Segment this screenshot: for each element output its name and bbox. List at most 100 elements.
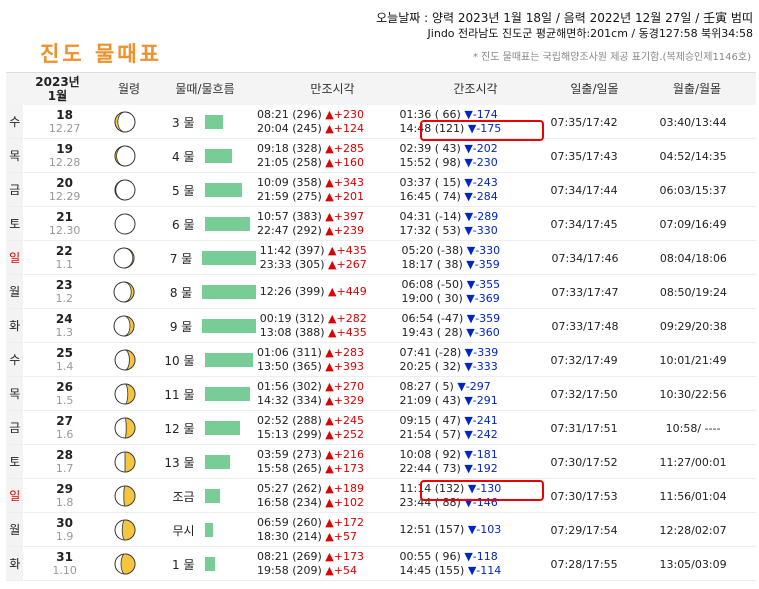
tide-cell: 7 물 xyxy=(144,250,256,267)
low-tide-cell: 06:54 (-47) ▼-359 19:43 ( 28) ▼-360 xyxy=(398,312,540,340)
tide-diff-down: ▼-241 xyxy=(464,414,498,427)
solar-day: 24 xyxy=(55,312,73,326)
tide-diff-down: ▼-359 xyxy=(466,258,500,271)
sunrise-sunset: 07:31/17:51 xyxy=(550,421,618,435)
lunar-date: 1.2 xyxy=(55,292,74,305)
tide-time-level: 07:41 (-28) xyxy=(399,346,465,359)
solar-day: 29 xyxy=(56,482,73,496)
date-cell: 30 1.9 xyxy=(23,517,105,544)
high-tide-entry: 23:33 (305) ▲+267 xyxy=(260,258,398,272)
tide-diff-up: ▲+173 xyxy=(325,550,364,563)
high-tide-entry: 06:59 (260) ▲+172 xyxy=(257,516,396,530)
high-tide-cell: 02:52 (288) ▲+245 15:13 (299) ▲+252 xyxy=(253,414,396,442)
date-cell: 23 1.2 xyxy=(23,279,105,306)
tide-cell: 5 물 xyxy=(145,182,253,199)
tide-diff-up: ▲+282 xyxy=(328,312,367,325)
tide-time-level: 14:32 (334) xyxy=(257,394,326,407)
tide-time-level: 21:09 ( 43) xyxy=(399,394,465,407)
table-row: 수 25 1.4 10 물 01:06 (311) ▲+283 13:50 (365) ▲… xyxy=(6,342,756,378)
table-row: 토 28 1.7 13 물 03:59 (273) ▲+216 15:58 (265) ▲… xyxy=(6,444,756,480)
tide-time-level: 21:05 (258) xyxy=(257,156,326,169)
tide-label: 3 물 xyxy=(172,115,195,130)
tide-time-level: 00:19 (312) xyxy=(259,312,329,325)
tide-time-level: 23:33 (305) xyxy=(259,258,329,271)
sunrise-sunset: 07:32/17:49 xyxy=(550,353,618,367)
col-high-tide: 만조시각 xyxy=(310,82,355,96)
high-tide-cell: 06:59 (260) ▲+172 18:30 (214) ▲+57 xyxy=(253,516,396,544)
tide-table: 2023년 1월 월령 물때/물흐름 만조시각 간조시각 일출/일몰 월출/월몰… xyxy=(6,72,756,582)
high-tide-entry: 13:08 (388) ▲+435 xyxy=(260,326,398,340)
flow-bar xyxy=(204,353,253,367)
date-cell: 20 12.29 xyxy=(23,177,105,204)
tide-time-level: 09:15 ( 47) xyxy=(399,414,465,427)
row-divider xyxy=(6,580,756,581)
low-tide-cell: 08:27 ( 5) ▼-297 21:09 ( 43) ▼-291 xyxy=(396,380,539,408)
moon-phase-icon xyxy=(105,281,144,303)
tide-diff-up: ▲+435 xyxy=(328,244,367,257)
tide-diff-up: ▲+267 xyxy=(328,258,367,271)
tide-time-level: 13:08 (388) xyxy=(259,326,329,339)
tide-time-level: 03:37 ( 15) xyxy=(399,176,465,189)
high-tide-entry: 20:04 (245) ▲+124 xyxy=(257,122,396,136)
flow-bar xyxy=(204,455,230,469)
sunrise-sunset: 07:30/17:53 xyxy=(550,489,618,503)
low-tide-entry: 09:15 ( 47) ▼-241 xyxy=(400,414,539,428)
moon-phase-icon xyxy=(106,451,145,473)
weekday-label: 수 xyxy=(6,342,24,378)
weekday-label: 월 xyxy=(6,274,24,310)
date-cell: 31 1.10 xyxy=(23,551,105,578)
tide-cell: 3 물 xyxy=(145,114,253,131)
tide-diff-up: ▲+160 xyxy=(325,156,364,169)
tide-time-level: 20:04 (245) xyxy=(257,122,326,135)
flow-bar xyxy=(204,149,232,163)
low-tide-cell: 09:15 ( 47) ▼-241 21:54 ( 57) ▼-242 xyxy=(396,414,539,442)
lunar-date: 1.5 xyxy=(55,394,74,407)
high-tide-entry: 15:58 (265) ▲+173 xyxy=(257,462,396,476)
tide-label: 조금 xyxy=(172,489,195,504)
tide-time-level: 20:25 ( 32) xyxy=(399,360,465,373)
weekday-label: 수 xyxy=(6,104,24,140)
flow-bar xyxy=(202,251,256,265)
solar-day: 19 xyxy=(56,142,73,156)
tide-time-level: 16:58 (234) xyxy=(257,496,326,509)
tide-diff-down: ▼-181 xyxy=(464,448,498,461)
high-tide-entry: 10:09 (358) ▲+343 xyxy=(257,176,396,190)
moonrise-moonset: 10:01/21:49 xyxy=(659,353,727,367)
tide-cell: 9 물 xyxy=(144,318,256,335)
low-tide-entry: 20:25 ( 32) ▼-333 xyxy=(400,360,539,374)
tide-time-level: 03:59 (273) xyxy=(257,448,326,461)
table-row: 일 29 1.8 조금 05:27 (262) ▲+189 16:58 (234) ▲+1… xyxy=(6,478,756,514)
moonrise-moonset: 08:04/18:06 xyxy=(659,251,727,265)
high-tide-cell: 11:42 (397) ▲+435 23:33 (305) ▲+267 xyxy=(256,244,398,272)
sunrise-sunset: 07:30/17:52 xyxy=(550,455,618,469)
high-tide-cell: 10:57 (383) ▲+397 22:47 (292) ▲+239 xyxy=(253,210,396,238)
tide-time-level: 06:54 (-47) xyxy=(401,312,467,325)
moon-phase-icon xyxy=(106,485,145,507)
tide-diff-up: ▲+343 xyxy=(325,176,364,189)
tide-time-level: 02:52 (288) xyxy=(257,414,326,427)
tide-label: 4 물 xyxy=(172,149,195,164)
solar-day: 18 xyxy=(56,108,73,122)
col-moon-phase: 월령 xyxy=(117,82,141,96)
tide-diff-up: ▲+54 xyxy=(325,564,357,577)
weekday-label: 일 xyxy=(6,240,24,276)
moonrise-moonset: 11:56/01:04 xyxy=(659,489,727,503)
tide-diff-down: ▼-333 xyxy=(464,360,498,373)
tide-time-level: 16:45 ( 74) xyxy=(399,190,465,203)
tide-label: 5 물 xyxy=(172,183,195,198)
moonrise-moonset: 06:03/15:37 xyxy=(659,183,727,197)
tide-cell: 1 물 xyxy=(145,556,253,573)
tide-time-level: 15:52 ( 98) xyxy=(399,156,465,169)
table-row: 일 22 1.1 7 물 11:42 (397) ▲+435 23:33 (305) ▲+… xyxy=(6,240,756,276)
tide-diff-down: ▼-360 xyxy=(466,326,500,339)
tide-time-level: 01:06 (311) xyxy=(257,346,326,359)
tide-diff-down: ▼-243 xyxy=(464,176,498,189)
tide-diff-down: ▼-291 xyxy=(464,394,498,407)
tide-cell: 12 물 xyxy=(145,420,253,437)
moonrise-moonset: 13:05/03:09 xyxy=(659,557,727,571)
tide-label: 9 물 xyxy=(169,319,193,334)
lunar-date: 1.9 xyxy=(55,530,74,543)
tide-diff-up: ▲+435 xyxy=(328,326,367,339)
table-row: 금 27 1.6 12 물 02:52 (288) ▲+245 15:13 (299) ▲… xyxy=(6,410,756,446)
today-info: 오늘날짜 : 양력 2023년 1월 18일 / 음력 2022년 12월 27… xyxy=(376,11,753,25)
